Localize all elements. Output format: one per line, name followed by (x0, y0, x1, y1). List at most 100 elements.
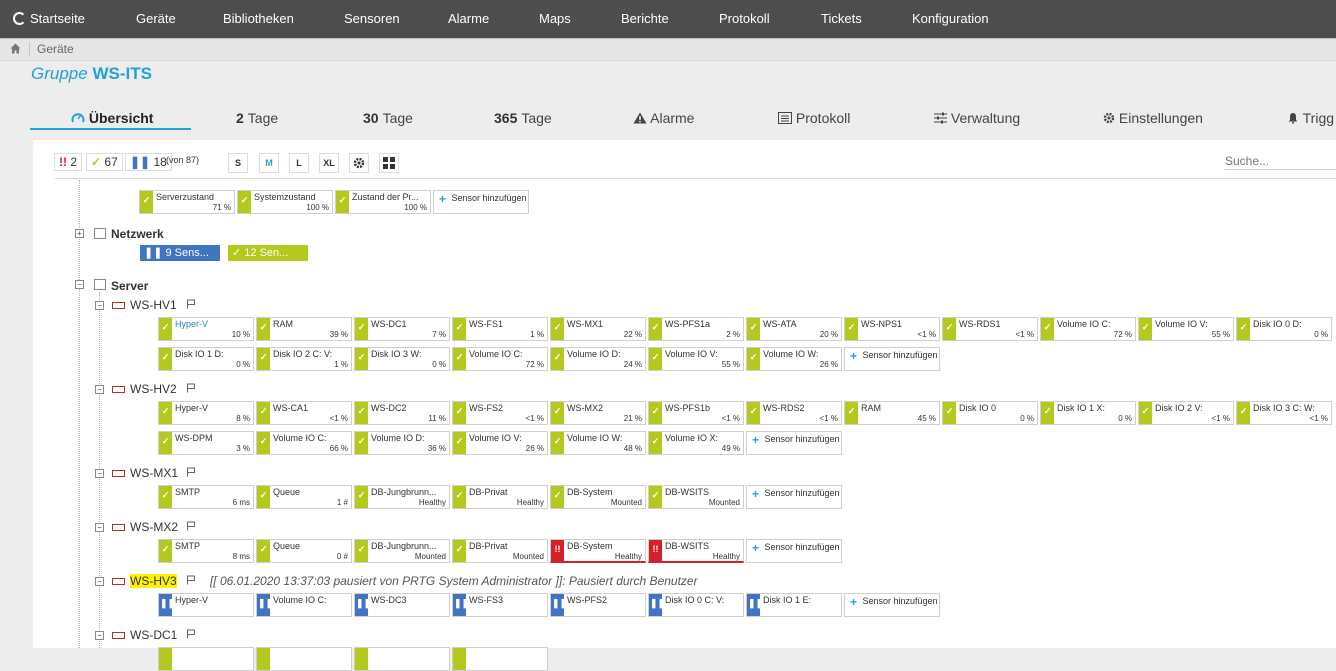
nav-setup[interactable]: Konfiguration (912, 0, 989, 38)
collapse-device-button[interactable]: − (95, 631, 104, 640)
tab-settings[interactable]: Einstellungen (1103, 110, 1203, 126)
sensor-tile[interactable]: ✓ Hyper-V 8 % (158, 401, 254, 425)
tab-alarms[interactable]: Alarme (633, 110, 694, 126)
sensor-tile[interactable]: ✓ Volume IO V: 55 % (648, 347, 744, 371)
collapse-device-button[interactable]: − (95, 523, 104, 532)
sensor-tile[interactable]: ❚❚ WS-DC3 (354, 593, 450, 617)
sensor-tile[interactable]: ✓ Volume IO V: 55 % (1138, 317, 1234, 341)
sensor-tile[interactable] (452, 647, 548, 671)
filter-settings-button[interactable] (349, 153, 369, 173)
sensor-tile[interactable]: ✓ Disk IO 0 0 % (942, 401, 1038, 425)
flag-icon[interactable] (186, 299, 196, 309)
sensor-tile[interactable]: ✓ Volume IO X: 49 % (648, 431, 744, 455)
flag-icon[interactable] (186, 467, 196, 477)
sensor-tile[interactable]: ✓ Queue 1 # (256, 485, 352, 509)
netzwerk-ok-sensors-button[interactable]: ✓ 12 Sen... (228, 245, 308, 261)
sensor-tile[interactable]: ✓ WS-MX1 22 % (550, 317, 646, 341)
nav-tickets[interactable]: Tickets (821, 0, 862, 38)
sensor-tile[interactable] (256, 647, 352, 671)
nav-alarms[interactable]: Alarme (448, 0, 489, 38)
sensor-tile[interactable]: ✓ DB-Jungbrunn... Mounted (354, 539, 450, 563)
sensor-tile[interactable]: ✓ Disk IO 2 C: V: 1 % (256, 347, 352, 371)
collapse-server-button[interactable]: − (75, 280, 84, 289)
sensor-tile[interactable]: ✓ WS-MX2 21 % (550, 401, 646, 425)
sensor-tile[interactable] (158, 647, 254, 671)
device-name[interactable]: WS-HV3 (130, 574, 177, 588)
device-name[interactable]: WS-MX1 (130, 466, 178, 480)
sensor-tile[interactable]: ✓ WS-DC1 7 % (354, 317, 450, 341)
size-m-button[interactable]: M (259, 153, 279, 173)
sensor-tile[interactable]: ✓ Volume IO C: 72 % (452, 347, 548, 371)
nav-devices[interactable]: Geräte (136, 0, 176, 38)
flag-icon[interactable] (186, 383, 196, 393)
tab-2-days[interactable]: 2 Tage (236, 110, 278, 126)
sensor-tile[interactable]: ✓ Volume IO D: 36 % (354, 431, 450, 455)
sensor-tile[interactable]: ✓ Volume IO C: 72 % (1040, 317, 1136, 341)
sensor-tile[interactable]: ✓ DB-WSITS Mounted (648, 485, 744, 509)
sensor-tile[interactable]: ✓ DB-Privat Healthy (452, 485, 548, 509)
down-count-badge[interactable]: !! 2 (54, 153, 83, 171)
tab-logs[interactable]: Protokoll (778, 110, 850, 126)
sensor-tile[interactable]: ✓ SMTP 8 ms (158, 539, 254, 563)
flag-icon[interactable] (186, 521, 196, 531)
sensor-tile[interactable]: ❚❚ Disk IO 1 E: (746, 593, 842, 617)
add-sensor-button[interactable]: + Sensor hinzufügen (746, 485, 842, 509)
sensor-tile[interactable]: ✓ WS-DC2 11 % (354, 401, 450, 425)
nav-sensors[interactable]: Sensoren (344, 0, 400, 38)
add-sensor-button[interactable]: + Sensor hinzufügen (746, 539, 842, 563)
paused-count-badge[interactable]: ❚❚ 18 (125, 153, 172, 171)
tile-view-button[interactable] (379, 153, 399, 173)
device-name[interactable]: WS-HV2 (130, 382, 177, 396)
sensor-tile[interactable]: ✓ Systemzustand 100 % (237, 190, 333, 214)
sensor-tile[interactable]: ❚❚ Disk IO 0 C: V: (648, 593, 744, 617)
size-s-button[interactable]: S (228, 153, 248, 173)
tab-management[interactable]: Verwaltung (934, 110, 1020, 126)
sensor-tile[interactable]: ✓ RAM 45 % (844, 401, 940, 425)
sensor-tile[interactable]: ✓ Zustand der Pr... 100 % (335, 190, 431, 214)
sensor-tile[interactable]: ✓ WS-FS1 1 % (452, 317, 548, 341)
sensor-tile[interactable]: ✓ Disk IO 1 X: 0 % (1040, 401, 1136, 425)
group-server-label[interactable]: Server (111, 279, 148, 293)
sensor-tile[interactable]: ✓ Volume IO D: 24 % (550, 347, 646, 371)
up-count-badge[interactable]: ✓ 67 (86, 153, 123, 171)
breadcrumb-devices[interactable]: Geräte (37, 42, 74, 56)
add-sensor-button[interactable]: + Sensor hinzufügen (844, 593, 940, 617)
flag-icon[interactable] (186, 629, 196, 639)
sensor-tile[interactable]: ✓ WS-PFS1b <1 % (648, 401, 744, 425)
sensor-tile[interactable]: ✓ WS-RDS1 <1 % (942, 317, 1038, 341)
sensor-tile[interactable]: ✓ WS-PFS1a 2 % (648, 317, 744, 341)
tab-triggers[interactable]: Trigg (1287, 110, 1334, 126)
search-input[interactable] (1225, 153, 1336, 170)
nav-libraries[interactable]: Bibliotheken (223, 0, 294, 38)
sensor-tile[interactable]: ✓ WS-ATA 20 % (746, 317, 842, 341)
sensor-tile[interactable] (354, 647, 450, 671)
size-xl-button[interactable]: XL (319, 153, 339, 173)
sensor-tile[interactable]: !! DB-WSITS Healthy (648, 539, 744, 563)
nav-maps[interactable]: Maps (539, 0, 571, 38)
home-icon[interactable] (10, 43, 21, 54)
sensor-tile[interactable]: ❚❚ WS-FS3 (452, 593, 548, 617)
sensor-tile[interactable]: ✓ DB-Privat Mounted (452, 539, 548, 563)
collapse-device-button[interactable]: − (95, 577, 104, 586)
sensor-tile[interactable]: ✓ DB-Jungbrunn... Healthy (354, 485, 450, 509)
sensor-tile[interactable]: ✓ WS-FS2 <1 % (452, 401, 548, 425)
sensor-tile[interactable]: ✓ Volume IO C: 66 % (256, 431, 352, 455)
tab-365-days[interactable]: 365 Tage (494, 110, 552, 126)
device-name[interactable]: WS-HV1 (130, 298, 177, 312)
sensor-tile[interactable]: ❚❚ Hyper-V (158, 593, 254, 617)
nav-reports[interactable]: Berichte (621, 0, 669, 38)
sensor-tile[interactable]: ✓ Disk IO 2 V: <1 % (1138, 401, 1234, 425)
flag-icon[interactable] (186, 575, 196, 585)
sensor-tile[interactable]: ✓ RAM 39 % (256, 317, 352, 341)
tab-overview[interactable]: Übersicht (71, 110, 153, 126)
device-name[interactable]: WS-MX2 (130, 520, 178, 534)
add-sensor-button[interactable]: + Sensor hinzufügen (433, 190, 529, 214)
size-l-button[interactable]: L (289, 153, 309, 173)
collapse-device-button[interactable]: − (95, 385, 104, 394)
sensor-tile[interactable]: ✓ Queue 0 # (256, 539, 352, 563)
sensor-tile[interactable]: ✓ Disk IO 3 W: 0 % (354, 347, 450, 371)
device-name[interactable]: WS-DC1 (130, 628, 177, 642)
expand-netzwerk-button[interactable]: + (75, 229, 84, 238)
collapse-device-button[interactable]: − (95, 301, 104, 310)
sensor-tile[interactable]: ❚❚ Volume IO C: (256, 593, 352, 617)
